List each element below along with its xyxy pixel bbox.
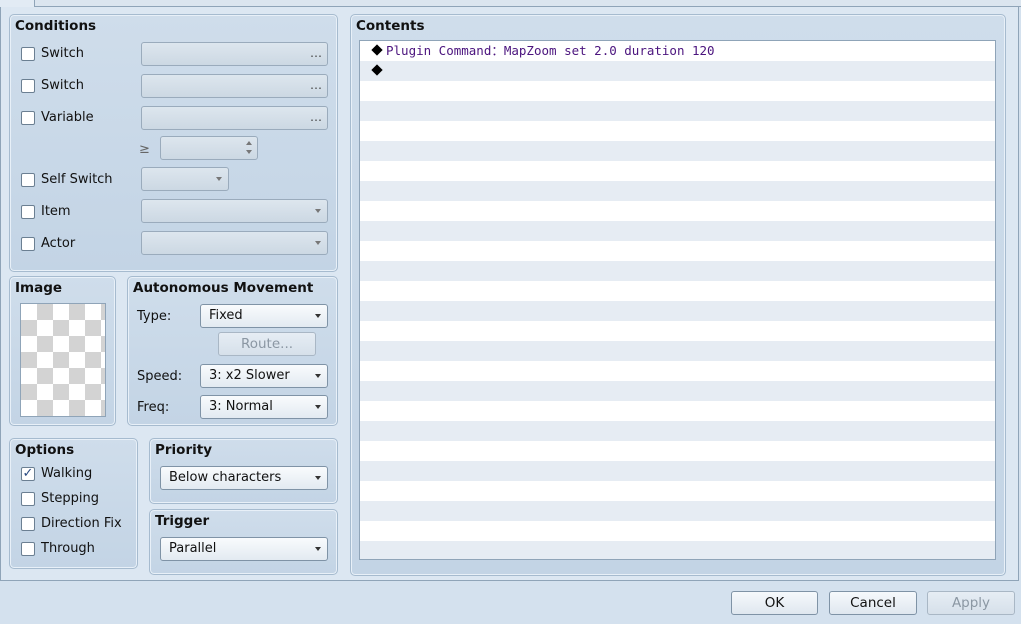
variable-ellipsis-icon: … <box>310 110 322 124</box>
diamond-bullet-icon <box>371 44 383 56</box>
route-button[interactable]: Route... <box>218 332 316 356</box>
walking-checkbox[interactable]: ✓ <box>21 467 35 481</box>
chevron-down-icon <box>315 374 321 378</box>
command-text: Plugin Command：MapZoom set 2.0 duration … <box>386 43 715 58</box>
actor-select[interactable] <box>141 231 328 255</box>
trigger-group: Trigger Parallel <box>149 509 338 575</box>
movement-type-value: Fixed <box>209 308 243 323</box>
stepping-checkbox[interactable] <box>21 492 35 506</box>
conditions-group: Conditions Switch … Switch … Variable … … <box>9 14 338 272</box>
actor-checkbox[interactable] <box>21 237 35 251</box>
trigger-select[interactable]: Parallel <box>160 537 328 561</box>
item-label: Item <box>41 204 71 219</box>
ok-button[interactable]: OK <box>731 591 818 615</box>
priority-title: Priority <box>155 442 212 458</box>
trigger-title: Trigger <box>155 513 210 529</box>
image-title: Image <box>15 280 63 296</box>
command-list[interactable]: Plugin Command：MapZoom set 2.0 duration … <box>359 40 996 560</box>
switch2-label: Switch <box>41 78 84 93</box>
item-select[interactable] <box>141 199 328 223</box>
variable-label: Variable <box>41 110 94 125</box>
conditions-title: Conditions <box>15 18 97 34</box>
options-title: Options <box>15 442 75 458</box>
switch1-ellipsis-icon: … <box>310 46 322 60</box>
movement-freq-select[interactable]: 3: Normal <box>200 395 328 419</box>
options-group: Options ✓ Walking Stepping Direction Fix… <box>9 438 138 569</box>
command-list-rows <box>360 41 995 559</box>
character-image-preview[interactable] <box>20 303 106 417</box>
chevron-down-icon <box>216 177 222 181</box>
movement-speed-label: Speed: <box>137 369 183 384</box>
self-switch-select[interactable] <box>141 167 229 191</box>
spin-up-icon[interactable] <box>246 141 252 145</box>
command-row[interactable] <box>371 61 386 81</box>
chevron-down-icon <box>315 547 321 551</box>
self-switch-checkbox[interactable] <box>21 173 35 187</box>
page-tab-edge <box>34 0 1021 7</box>
variable-value-spinner[interactable] <box>160 136 258 160</box>
autonomous-movement-group: Autonomous Movement Type: Fixed Route...… <box>127 276 338 426</box>
spin-down-icon[interactable] <box>246 150 252 154</box>
movement-freq-label: Freq: <box>137 400 170 415</box>
self-switch-label: Self Switch <box>41 172 113 187</box>
movement-type-select[interactable]: Fixed <box>200 304 328 328</box>
autonomous-movement-title: Autonomous Movement <box>133 280 314 296</box>
variable-checkbox[interactable] <box>21 111 35 125</box>
variable-operator: ≥ <box>139 142 150 157</box>
switch1-label: Switch <box>41 46 84 61</box>
variable-selector[interactable]: … <box>141 106 328 130</box>
switch1-selector[interactable]: … <box>141 42 328 66</box>
chevron-down-icon <box>315 405 321 409</box>
priority-select[interactable]: Below characters <box>160 466 328 490</box>
contents-group: Contents Plugin Command：MapZoom set 2.0 … <box>350 14 1006 576</box>
switch2-ellipsis-icon: … <box>310 78 322 92</box>
top-tab-strip <box>0 0 1021 7</box>
movement-type-label: Type: <box>137 309 172 324</box>
movement-speed-value: 3: x2 Slower <box>209 368 290 383</box>
switch1-checkbox[interactable] <box>21 47 35 61</box>
switch2-checkbox[interactable] <box>21 79 35 93</box>
chevron-down-icon <box>315 476 321 480</box>
trigger-value: Parallel <box>169 541 217 556</box>
direction-fix-checkbox[interactable] <box>21 517 35 531</box>
chevron-down-icon <box>315 314 321 318</box>
contents-title: Contents <box>356 18 425 34</box>
item-checkbox[interactable] <box>21 205 35 219</box>
movement-freq-value: 3: Normal <box>209 399 273 414</box>
direction-fix-label: Direction Fix <box>41 516 122 531</box>
through-label: Through <box>41 541 95 556</box>
event-page: Conditions Switch … Switch … Variable … … <box>0 7 1019 581</box>
priority-value: Below characters <box>169 470 282 485</box>
diamond-bullet-icon <box>371 64 383 76</box>
movement-speed-select[interactable]: 3: x2 Slower <box>200 364 328 388</box>
switch2-selector[interactable]: … <box>141 74 328 98</box>
command-row[interactable]: Plugin Command：MapZoom set 2.0 duration … <box>371 41 715 61</box>
actor-label: Actor <box>41 236 76 251</box>
apply-button[interactable]: Apply <box>927 591 1015 615</box>
walking-label: Walking <box>41 466 93 481</box>
cancel-button[interactable]: Cancel <box>829 591 917 615</box>
chevron-down-icon <box>315 209 321 213</box>
stepping-label: Stepping <box>41 491 99 506</box>
priority-group: Priority Below characters <box>149 438 338 504</box>
through-checkbox[interactable] <box>21 542 35 556</box>
image-group: Image <box>9 276 116 426</box>
chevron-down-icon <box>315 241 321 245</box>
